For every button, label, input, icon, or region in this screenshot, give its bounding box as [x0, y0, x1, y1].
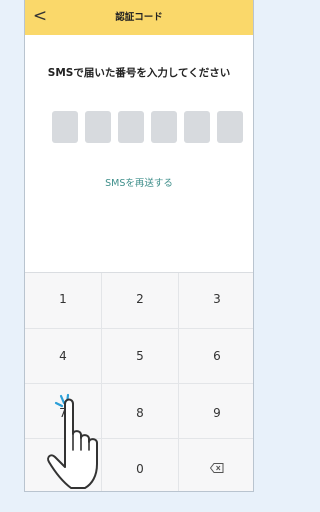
- key-5[interactable]: 5: [102, 335, 178, 377]
- code-digit-box[interactable]: [52, 111, 78, 143]
- sms-instruction: SMSで届いた番号を入力してください: [47, 67, 231, 79]
- key-1[interactable]: 1: [25, 278, 101, 320]
- hand-pointer-icon: [47, 398, 98, 489]
- key-2[interactable]: 2: [102, 278, 178, 320]
- code-digit-box[interactable]: [118, 111, 144, 143]
- resend-sms-link[interactable]: SMSを再送する: [25, 175, 253, 189]
- key-4[interactable]: 4: [25, 335, 101, 377]
- key-9[interactable]: 9: [179, 392, 253, 434]
- code-digit-box[interactable]: [151, 111, 177, 143]
- code-input-group[interactable]: [52, 111, 248, 143]
- key-6[interactable]: 6: [179, 335, 253, 377]
- key-3[interactable]: 3: [179, 278, 253, 320]
- key-0[interactable]: 0: [102, 448, 178, 490]
- key-8[interactable]: 8: [102, 392, 178, 434]
- backspace-icon: [209, 462, 224, 476]
- keypad-divider: [25, 328, 253, 329]
- delete-key[interactable]: [179, 448, 253, 490]
- page-title: 認証コード: [115, 12, 163, 23]
- keypad-divider: [25, 383, 253, 384]
- code-digit-box[interactable]: [217, 111, 243, 143]
- header-bar: < 認証コード: [25, 0, 253, 35]
- code-digit-box[interactable]: [184, 111, 210, 143]
- code-digit-box[interactable]: [85, 111, 111, 143]
